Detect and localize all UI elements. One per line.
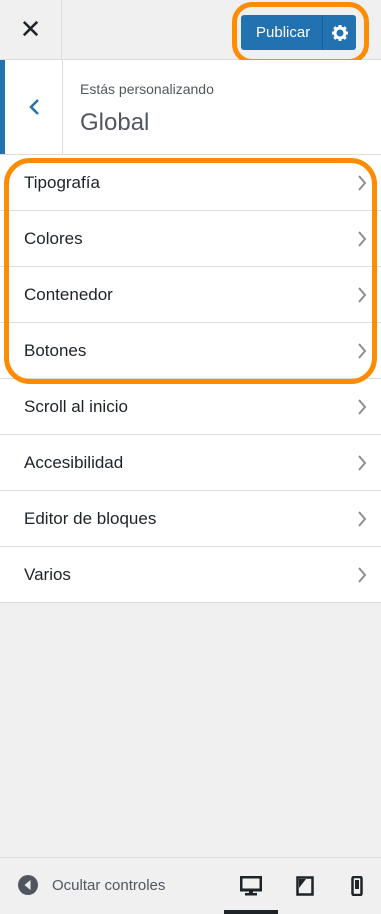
chevron-right-icon [358, 567, 367, 583]
menu-item-editor-de-bloques[interactable]: Editor de bloques [0, 491, 381, 547]
publish-settings-button[interactable] [322, 15, 357, 50]
customizing-title: Global [80, 109, 150, 136]
chevron-left-icon [28, 99, 39, 115]
mobile-icon [351, 876, 363, 896]
chevron-right-icon [358, 511, 367, 527]
chevron-right-icon [358, 231, 367, 247]
section-menu: Tipografía Colores Contenedor Botones Sc… [0, 155, 381, 603]
menu-item-varios[interactable]: Varios [0, 547, 381, 603]
menu-item-colores[interactable]: Colores [0, 211, 381, 267]
tablet-icon [296, 876, 314, 896]
publish-button[interactable]: Publicar [241, 15, 323, 50]
device-tablet-button[interactable] [291, 872, 319, 900]
menu-item-accesibilidad[interactable]: Accesibilidad [0, 435, 381, 491]
collapse-arrow-icon [18, 875, 38, 895]
device-mobile-button[interactable] [343, 872, 371, 900]
customizing-panel-header: Estás personalizando Global [0, 60, 381, 155]
menu-item-label: Colores [24, 228, 83, 248]
gear-icon [331, 24, 348, 41]
chevron-right-icon [358, 399, 367, 415]
menu-item-scroll-al-inicio[interactable]: Scroll al inicio [0, 379, 381, 435]
menu-item-contenedor[interactable]: Contenedor [0, 267, 381, 323]
chevron-right-icon [358, 175, 367, 191]
menu-item-label: Editor de bloques [24, 508, 157, 528]
back-button[interactable] [0, 60, 63, 154]
active-device-indicator [224, 910, 278, 914]
close-customizer-button[interactable]: ✕ [0, 0, 62, 59]
menu-item-label: Scroll al inicio [24, 396, 128, 416]
device-desktop-button[interactable] [237, 872, 265, 900]
hide-controls-button[interactable]: Ocultar controles [18, 875, 165, 895]
menu-item-tipografia[interactable]: Tipografía [0, 155, 381, 211]
close-icon: ✕ [19, 14, 42, 44]
chevron-right-icon [358, 287, 367, 303]
hide-controls-label: Ocultar controles [52, 876, 166, 894]
publish-group: Publicar [241, 15, 357, 50]
menu-item-label: Contenedor [24, 284, 113, 304]
menu-item-label: Accesibilidad [24, 452, 124, 472]
menu-item-label: Botones [24, 340, 87, 360]
menu-item-label: Varios [24, 564, 71, 584]
desktop-icon [240, 876, 262, 896]
customizer-header: ✕ Publicar [0, 0, 381, 60]
customizer-footer: Ocultar controles [0, 857, 381, 914]
menu-item-label: Tipografía [24, 172, 100, 192]
customizing-label: Estás personalizando [80, 81, 214, 97]
chevron-right-icon [358, 343, 367, 359]
menu-item-botones[interactable]: Botones [0, 323, 381, 379]
chevron-right-icon [358, 455, 367, 471]
